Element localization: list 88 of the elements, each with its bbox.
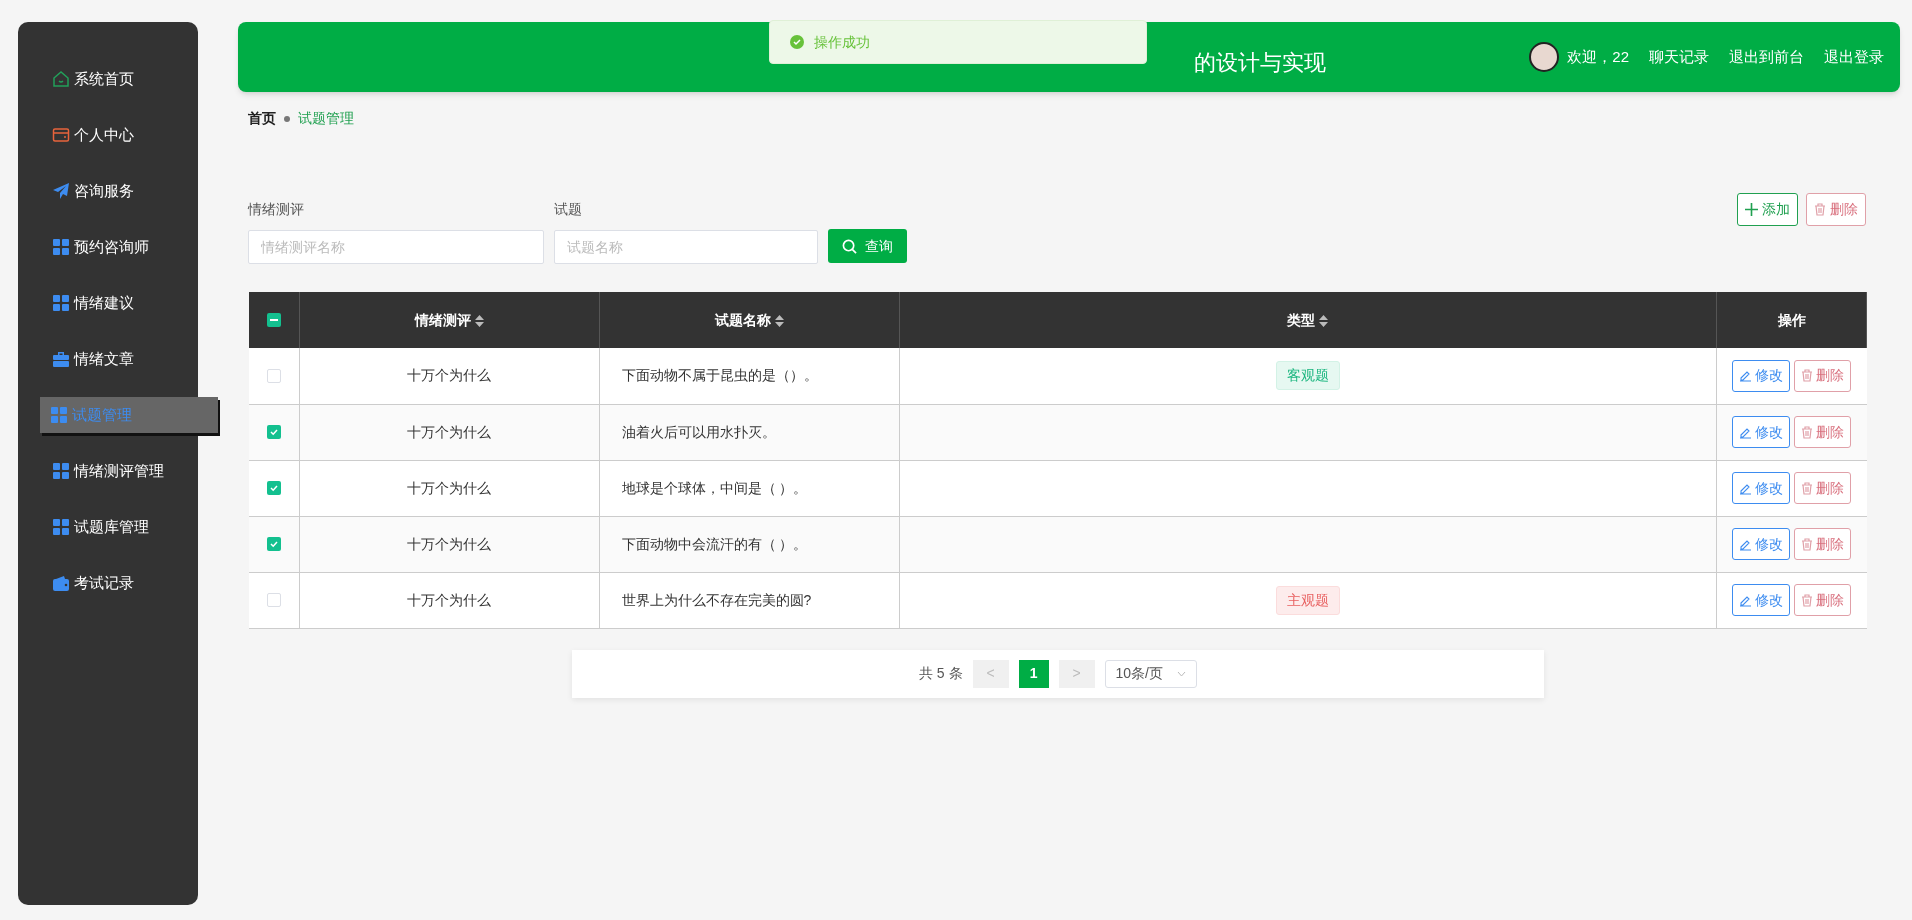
check-circle-icon: [790, 35, 804, 49]
edit-button[interactable]: 修改: [1732, 584, 1791, 616]
table-cell: 十万个为什么: [299, 516, 599, 572]
table-cell: 十万个为什么: [299, 348, 599, 404]
sidebar-item[interactable]: 咨询服务: [52, 173, 198, 209]
chevron-down-icon: [1177, 670, 1186, 677]
sidebar-item[interactable]: 试题库管理: [52, 509, 198, 545]
type-tag: 主观题: [1275, 585, 1340, 615]
home-icon: [52, 70, 70, 88]
check-icon: [268, 427, 279, 437]
table-cell: 油着火后可以用水扑灭。: [599, 404, 899, 460]
checkbox[interactable]: [266, 537, 281, 551]
grid-icon: [52, 294, 70, 312]
checkbox[interactable]: [266, 425, 281, 439]
paper-plane-icon: [52, 182, 70, 200]
sidebar-item[interactable]: 预约咨询师: [52, 229, 198, 265]
header-link[interactable]: 聊天记录: [1649, 45, 1709, 69]
sidebar-item[interactable]: 系统首页: [52, 61, 198, 97]
table-row[interactable]: 十万个为什么 下面动物中会流汗的有（ ）。 修改 删除: [249, 516, 1867, 572]
table-row[interactable]: 十万个为什么 地球是个球体，中间是（ ）。 修改 删除: [249, 460, 1867, 516]
sort-icon[interactable]: [474, 314, 484, 327]
briefcase-icon: [52, 350, 70, 368]
table-cell: 地球是个球体，中间是（ ）。: [599, 460, 899, 516]
delete-button[interactable]: 删除: [1794, 359, 1852, 392]
table-cell: 十万个为什么: [299, 460, 599, 516]
trash-icon: [1801, 425, 1814, 439]
check-icon: [268, 539, 279, 549]
delete-button[interactable]: 删除: [1794, 584, 1852, 616]
table-row[interactable]: 十万个为什么 下面动物不属于昆虫的是（）。 客观题 修改 删除: [249, 348, 1867, 404]
grid-icon: [50, 406, 68, 424]
delete-button[interactable]: 删除: [1806, 193, 1866, 226]
header-link[interactable]: 退出到前台: [1729, 45, 1804, 69]
total-count: 共 5 条: [918, 664, 963, 683]
search-icon: [842, 238, 857, 254]
check-icon: [268, 483, 279, 493]
type-tag: 客观题: [1275, 361, 1340, 391]
table-row[interactable]: 十万个为什么 世界上为什么不存在完美的圆? 主观题 修改 删除: [249, 572, 1867, 628]
table-cell: 十万个为什么: [299, 572, 599, 628]
delete-button[interactable]: 删除: [1794, 472, 1852, 504]
table-row[interactable]: 十万个为什么 油着火后可以用水扑灭。 修改 删除: [249, 404, 1867, 460]
delete-button[interactable]: 删除: [1794, 528, 1852, 560]
wallet-icon: [52, 126, 70, 144]
table-cell: 下面动物不属于昆虫的是（）。: [599, 348, 899, 404]
add-button[interactable]: 添加: [1737, 193, 1798, 226]
grid-icon: [52, 238, 70, 256]
edit-button[interactable]: 修改: [1732, 528, 1791, 560]
breadcrumb-link[interactable]: 首页: [248, 108, 276, 129]
edit-button[interactable]: 修改: [1732, 472, 1791, 504]
wallet-icon: [52, 574, 70, 592]
grid-icon: [52, 518, 70, 536]
checkbox[interactable]: [266, 481, 281, 495]
avatar[interactable]: [1529, 42, 1560, 72]
page-size-select[interactable]: 10条/页: [1104, 659, 1197, 688]
table-cell: 世界上为什么不存在完美的圆?: [599, 572, 899, 628]
checkbox[interactable]: [266, 368, 281, 383]
table-cell: 下面动物中会流汗的有（ ）。: [599, 516, 899, 572]
delete-button[interactable]: 删除: [1794, 416, 1852, 448]
trash-icon: [1801, 593, 1814, 607]
welcome-text: 欢迎，22: [1567, 46, 1629, 67]
breadcrumb-current: 试题管理: [298, 109, 354, 128]
sidebar-item[interactable]: 个人中心: [52, 117, 198, 153]
filter-label: 试题: [554, 200, 583, 219]
trash-icon: [1814, 203, 1826, 216]
grid-icon: [52, 462, 70, 480]
trash-icon: [1801, 369, 1814, 383]
sort-icon[interactable]: [1319, 314, 1329, 327]
site-title: 的设计与实现: [1194, 48, 1326, 77]
trash-icon: [1801, 537, 1814, 551]
edit-button[interactable]: 修改: [1732, 359, 1791, 392]
sidebar-item[interactable]: 情绪测评管理: [52, 453, 198, 489]
checkbox[interactable]: [266, 313, 281, 327]
sidebar-item[interactable]: 情绪建议: [52, 285, 198, 321]
header-link[interactable]: 退出登录: [1824, 45, 1884, 69]
page-button[interactable]: 1: [1018, 659, 1049, 688]
filter-field[interactable]: 情绪测评名称: [248, 230, 544, 264]
filter-field[interactable]: 试题名称: [554, 230, 818, 264]
pencil-icon: [1739, 369, 1753, 383]
toast-message: 操作成功: [814, 32, 870, 52]
checkbox[interactable]: [266, 593, 281, 607]
search-button[interactable]: 查询: [828, 229, 907, 263]
sidebar-item[interactable]: 情绪文章: [52, 341, 198, 377]
sort-icon[interactable]: [774, 314, 784, 327]
trash-icon: [1801, 481, 1814, 495]
filter-label: 情绪测评: [248, 200, 305, 219]
table-cell: 十万个为什么: [299, 404, 599, 460]
plus-icon: [1745, 203, 1758, 216]
edit-button[interactable]: 修改: [1732, 416, 1791, 448]
sidebar-item[interactable]: 考试记录: [52, 565, 198, 601]
